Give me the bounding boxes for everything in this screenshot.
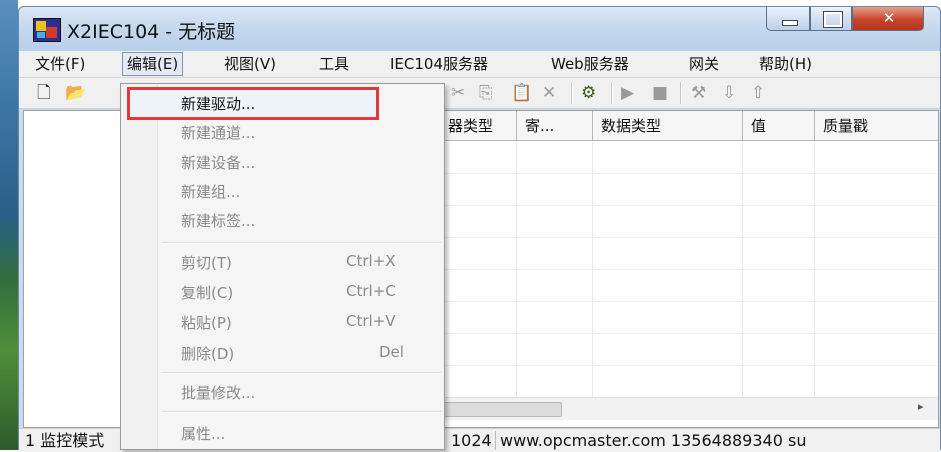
- grid-line: [592, 141, 593, 401]
- menu-gateway[interactable]: 网关: [689, 53, 719, 75]
- shortcut-delete: Del: [379, 343, 404, 361]
- grid-line: [440, 205, 938, 206]
- paste-icon[interactable]: 📋: [511, 83, 532, 103]
- grid-line: [814, 141, 815, 401]
- window-title: X2IEC104 - 无标题: [67, 21, 236, 43]
- scrollbar-thumb[interactable]: [440, 402, 562, 417]
- shortcut-cut: Ctrl+X: [346, 252, 396, 270]
- menu-icon-gutter: [121, 84, 158, 449]
- menu-file[interactable]: 文件(F): [35, 53, 85, 75]
- menu-item-paste[interactable]: 粘贴(P): [181, 312, 232, 333]
- toolbar-separator: [571, 82, 573, 104]
- toolbar-separator: [680, 82, 682, 104]
- cut-icon[interactable]: ✂: [451, 83, 465, 103]
- tools-icon[interactable]: ⚒: [691, 83, 706, 103]
- open-icon[interactable]: 📂: [65, 83, 86, 103]
- grid-line: [440, 173, 938, 174]
- menu-item-new-driver[interactable]: 新建驱动...: [181, 93, 255, 114]
- new-icon[interactable]: 🗋: [37, 83, 51, 103]
- menu-item-delete[interactable]: 删除(D): [181, 343, 234, 364]
- menu-view[interactable]: 视图(V): [224, 53, 276, 75]
- grid-line: [516, 141, 517, 401]
- menu-item-properties[interactable]: 属性...: [181, 423, 225, 444]
- toolbar-separator: [611, 82, 613, 104]
- grid-line: [440, 237, 938, 238]
- menu-tools[interactable]: 工具: [319, 53, 349, 75]
- menu-separator: [161, 242, 441, 244]
- close-icon: ✕: [882, 9, 896, 27]
- close-button[interactable]: ✕: [852, 7, 924, 31]
- minimize-icon: [782, 20, 798, 26]
- menu-web-server[interactable]: Web服务器: [551, 53, 629, 75]
- shortcut-copy: Ctrl+C: [346, 282, 396, 300]
- grid-line: [440, 365, 938, 366]
- column-header-register[interactable]: 寄...: [517, 111, 593, 141]
- column-header-device-type[interactable]: 器类型: [440, 111, 517, 141]
- column-header-value[interactable]: 值: [743, 111, 815, 141]
- scroll-right-arrow-icon[interactable]: ▸: [918, 400, 924, 413]
- status-port: 1024: [451, 431, 492, 450]
- maximize-button[interactable]: [810, 7, 852, 31]
- menu-item-batch-modify[interactable]: 批量修改...: [181, 382, 255, 403]
- menu-item-cut[interactable]: 剪切(T): [181, 252, 232, 273]
- stop-icon[interactable]: ■: [652, 83, 668, 103]
- menu-edit[interactable]: 编辑(E): [122, 52, 184, 76]
- grid-line: [440, 333, 938, 334]
- minimize-button[interactable]: [766, 7, 810, 31]
- grid-line: [742, 141, 743, 401]
- horizontal-scrollbar[interactable]: ▸: [440, 397, 938, 420]
- column-header-data-type[interactable]: 数据类型: [593, 111, 743, 141]
- maximize-icon: [823, 11, 843, 28]
- menu-item-new-group[interactable]: 新建组...: [181, 181, 240, 202]
- menu-item-new-channel[interactable]: 新建通道...: [181, 122, 255, 143]
- tree-pane[interactable]: [23, 110, 131, 428]
- menu-item-new-device[interactable]: 新建设备...: [181, 152, 255, 173]
- delete-icon[interactable]: ✕: [542, 83, 556, 103]
- desktop-background: [0, 0, 18, 450]
- menu-separator: [161, 372, 441, 374]
- menu-item-copy[interactable]: 复制(C): [181, 282, 233, 303]
- status-mode: 1 监控模式: [25, 431, 105, 450]
- copy-icon[interactable]: ⎘: [479, 83, 493, 103]
- column-header-quality[interactable]: 质量戳: [815, 111, 938, 141]
- status-info: www.opcmaster.com 13564889340 su: [495, 431, 806, 450]
- load-icon[interactable]: ⇩: [722, 83, 736, 103]
- tag-table[interactable]: 器类型 寄... 数据类型 值 质量戳 ▸: [439, 110, 939, 428]
- save-icon[interactable]: ⇧: [751, 83, 765, 103]
- menu-bar: 文件(F) 编辑(E) 视图(V) 工具 IEC104服务器 Web服务器 网关…: [19, 51, 940, 78]
- edit-dropdown-menu: 新建驱动... 新建通道... 新建设备... 新建组... 新建标签... 剪…: [120, 83, 445, 450]
- shortcut-paste: Ctrl+V: [346, 312, 396, 330]
- grid-line: [440, 269, 938, 270]
- grid-line: [440, 301, 938, 302]
- menu-item-new-tag[interactable]: 新建标签...: [181, 210, 255, 231]
- menu-help[interactable]: 帮助(H): [759, 53, 812, 75]
- run-icon[interactable]: ▶: [621, 83, 634, 103]
- driver-icon[interactable]: ⚙: [581, 83, 596, 103]
- title-bar[interactable]: X2IEC104 - 无标题 ✕: [19, 7, 940, 51]
- menu-iec104-server[interactable]: IEC104服务器: [390, 53, 488, 75]
- menu-separator: [161, 411, 441, 413]
- app-icon[interactable]: [33, 18, 61, 42]
